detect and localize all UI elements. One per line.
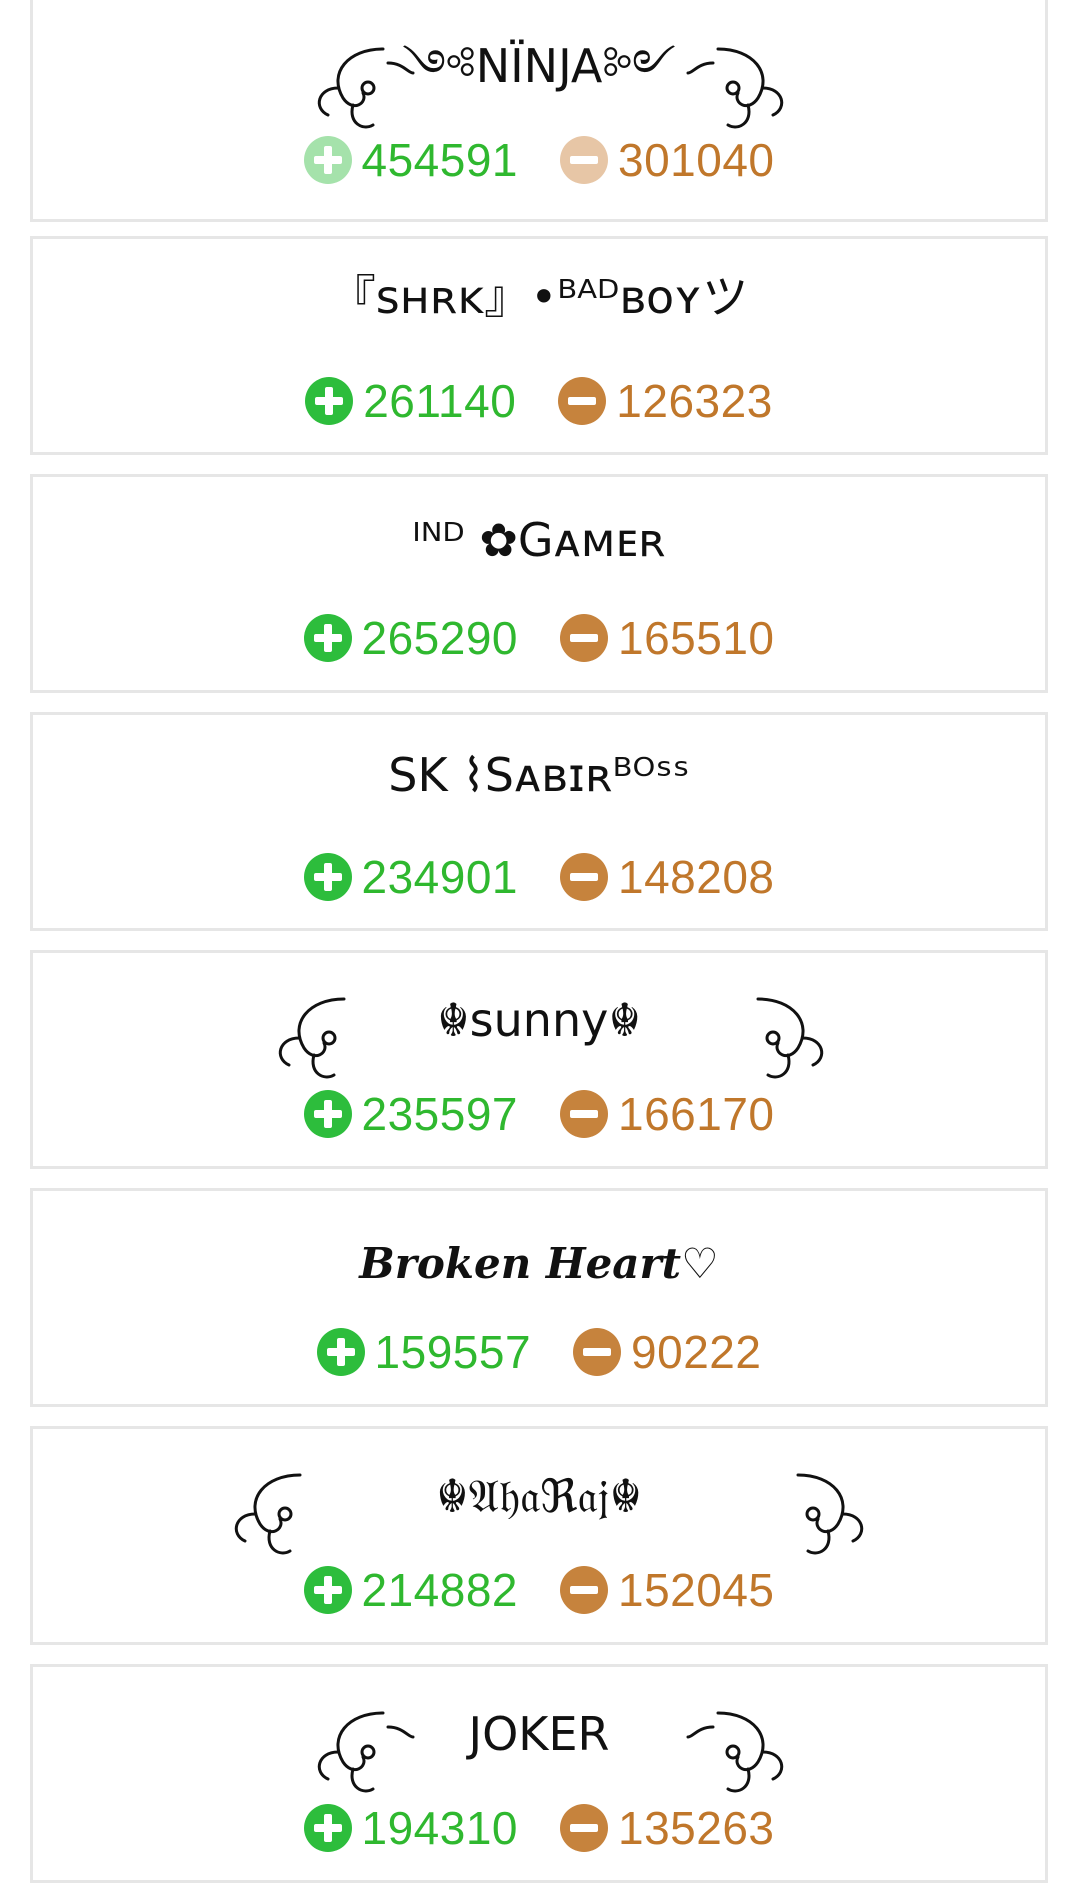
upvote-button[interactable]: 194310 <box>303 1801 519 1855</box>
upvote-count: 214882 <box>361 1564 518 1616</box>
vote-row: 159557 90222 <box>33 1325 1045 1379</box>
vote-row: 194310 135263 <box>33 1801 1045 1855</box>
list-item[interactable]: ☬sunny☬ 235597 166170 <box>30 950 1048 1169</box>
downvote-button[interactable]: 148208 <box>560 850 775 904</box>
nickname-list: ༺NÏNJA༻ 454591 301040 『ꜱʜʀᴋ』•ᴮᴬᴰʙᴏʏツ 261… <box>0 0 1079 1886</box>
plus-circle-icon <box>303 614 352 662</box>
plus-circle-icon <box>305 377 354 425</box>
plus-circle-icon <box>303 1090 352 1138</box>
vote-row: 261140 126323 <box>33 374 1045 428</box>
downvote-button[interactable]: 166170 <box>560 1087 775 1141</box>
plus-circle-icon <box>303 1804 352 1852</box>
list-item[interactable]: ☬𝔄𝔥𝔞ℜ𝔞𝔧☬ 214882 152045 <box>30 1426 1048 1645</box>
upvote-count: 159557 <box>374 1326 532 1378</box>
downvote-count: 148208 <box>618 851 775 903</box>
downvote-button[interactable]: 152045 <box>560 1563 775 1617</box>
downvote-count: 126323 <box>616 375 773 427</box>
nickname: ☬𝔄𝔥𝔞ℜ𝔞𝔧☬ <box>435 1469 643 1523</box>
downvote-count: 165510 <box>618 612 775 664</box>
minus-circle-icon <box>573 1328 622 1376</box>
list-item[interactable]: Broken Heart♡ 159557 90222 <box>30 1188 1048 1407</box>
minus-circle-icon <box>560 1804 608 1852</box>
plus-circle-icon <box>316 1328 365 1376</box>
nickname: SK ⌇Sᴀʙɪʀᴮᴼˢˢ <box>388 748 690 802</box>
upvote-count: 265290 <box>361 612 518 664</box>
nickname: 『ꜱʜʀᴋ』•ᴮᴬᴰʙᴏʏツ <box>329 270 749 324</box>
plus-circle-icon <box>303 853 352 901</box>
downvote-button[interactable]: 165510 <box>560 611 775 665</box>
downvote-button[interactable]: 126323 <box>558 374 773 428</box>
nickname: ☬sunny☬ <box>436 993 641 1047</box>
nickname: Broken Heart♡ <box>359 1239 719 1288</box>
list-item[interactable]: JOKER 194310 135263 <box>30 1664 1048 1883</box>
minus-circle-icon <box>560 614 608 662</box>
minus-circle-icon <box>560 853 608 901</box>
downvote-count: 301040 <box>618 134 775 186</box>
vote-row: 265290 165510 <box>33 611 1045 665</box>
vote-row: 235597 166170 <box>33 1087 1045 1141</box>
upvote-count: 261140 <box>363 375 517 427</box>
upvote-button[interactable]: 261140 <box>305 374 516 428</box>
upvote-button[interactable]: 234901 <box>303 850 519 904</box>
upvote-button[interactable]: 235597 <box>303 1087 519 1141</box>
downvote-count: 166170 <box>618 1088 775 1140</box>
downvote-count: 152045 <box>618 1564 775 1616</box>
plus-circle-icon <box>303 1566 352 1614</box>
downvote-button[interactable]: 135263 <box>560 1801 775 1855</box>
minus-circle-icon <box>560 1090 608 1138</box>
minus-circle-icon <box>558 377 607 425</box>
nickname: ༺NÏNJA༻ <box>402 39 676 93</box>
downvote-button[interactable]: 90222 <box>573 1325 761 1379</box>
vote-row: 234901 148208 <box>33 850 1045 904</box>
list-item[interactable]: SK ⌇Sᴀʙɪʀᴮᴼˢˢ 234901 148208 <box>30 712 1048 931</box>
nickname: ᴵᴺᴰ ✿Gᴀᴍᴇʀ <box>412 513 666 567</box>
plus-circle-icon <box>303 136 352 184</box>
upvote-count: 194310 <box>361 1802 518 1854</box>
upvote-count: 234901 <box>361 851 518 903</box>
nickname: JOKER <box>468 1707 610 1761</box>
upvote-count: 235597 <box>361 1088 518 1140</box>
vote-row: 454591 301040 <box>33 133 1045 187</box>
upvote-button[interactable]: 214882 <box>303 1563 519 1617</box>
upvote-button[interactable]: 454591 <box>303 133 519 187</box>
vote-row: 214882 152045 <box>33 1563 1045 1617</box>
list-item[interactable]: ༺NÏNJA༻ 454591 301040 <box>30 0 1048 222</box>
upvote-button[interactable]: 159557 <box>316 1325 532 1379</box>
upvote-count: 454591 <box>361 134 518 186</box>
upvote-button[interactable]: 265290 <box>303 611 519 665</box>
minus-circle-icon <box>560 1566 608 1614</box>
list-item[interactable]: ᴵᴺᴰ ✿Gᴀᴍᴇʀ 265290 165510 <box>30 474 1048 693</box>
minus-circle-icon <box>560 136 608 184</box>
downvote-count: 135263 <box>618 1802 775 1854</box>
downvote-button[interactable]: 301040 <box>560 133 775 187</box>
list-item[interactable]: 『ꜱʜʀᴋ』•ᴮᴬᴰʙᴏʏツ 261140 126323 <box>30 236 1048 455</box>
downvote-count: 90222 <box>631 1326 762 1378</box>
